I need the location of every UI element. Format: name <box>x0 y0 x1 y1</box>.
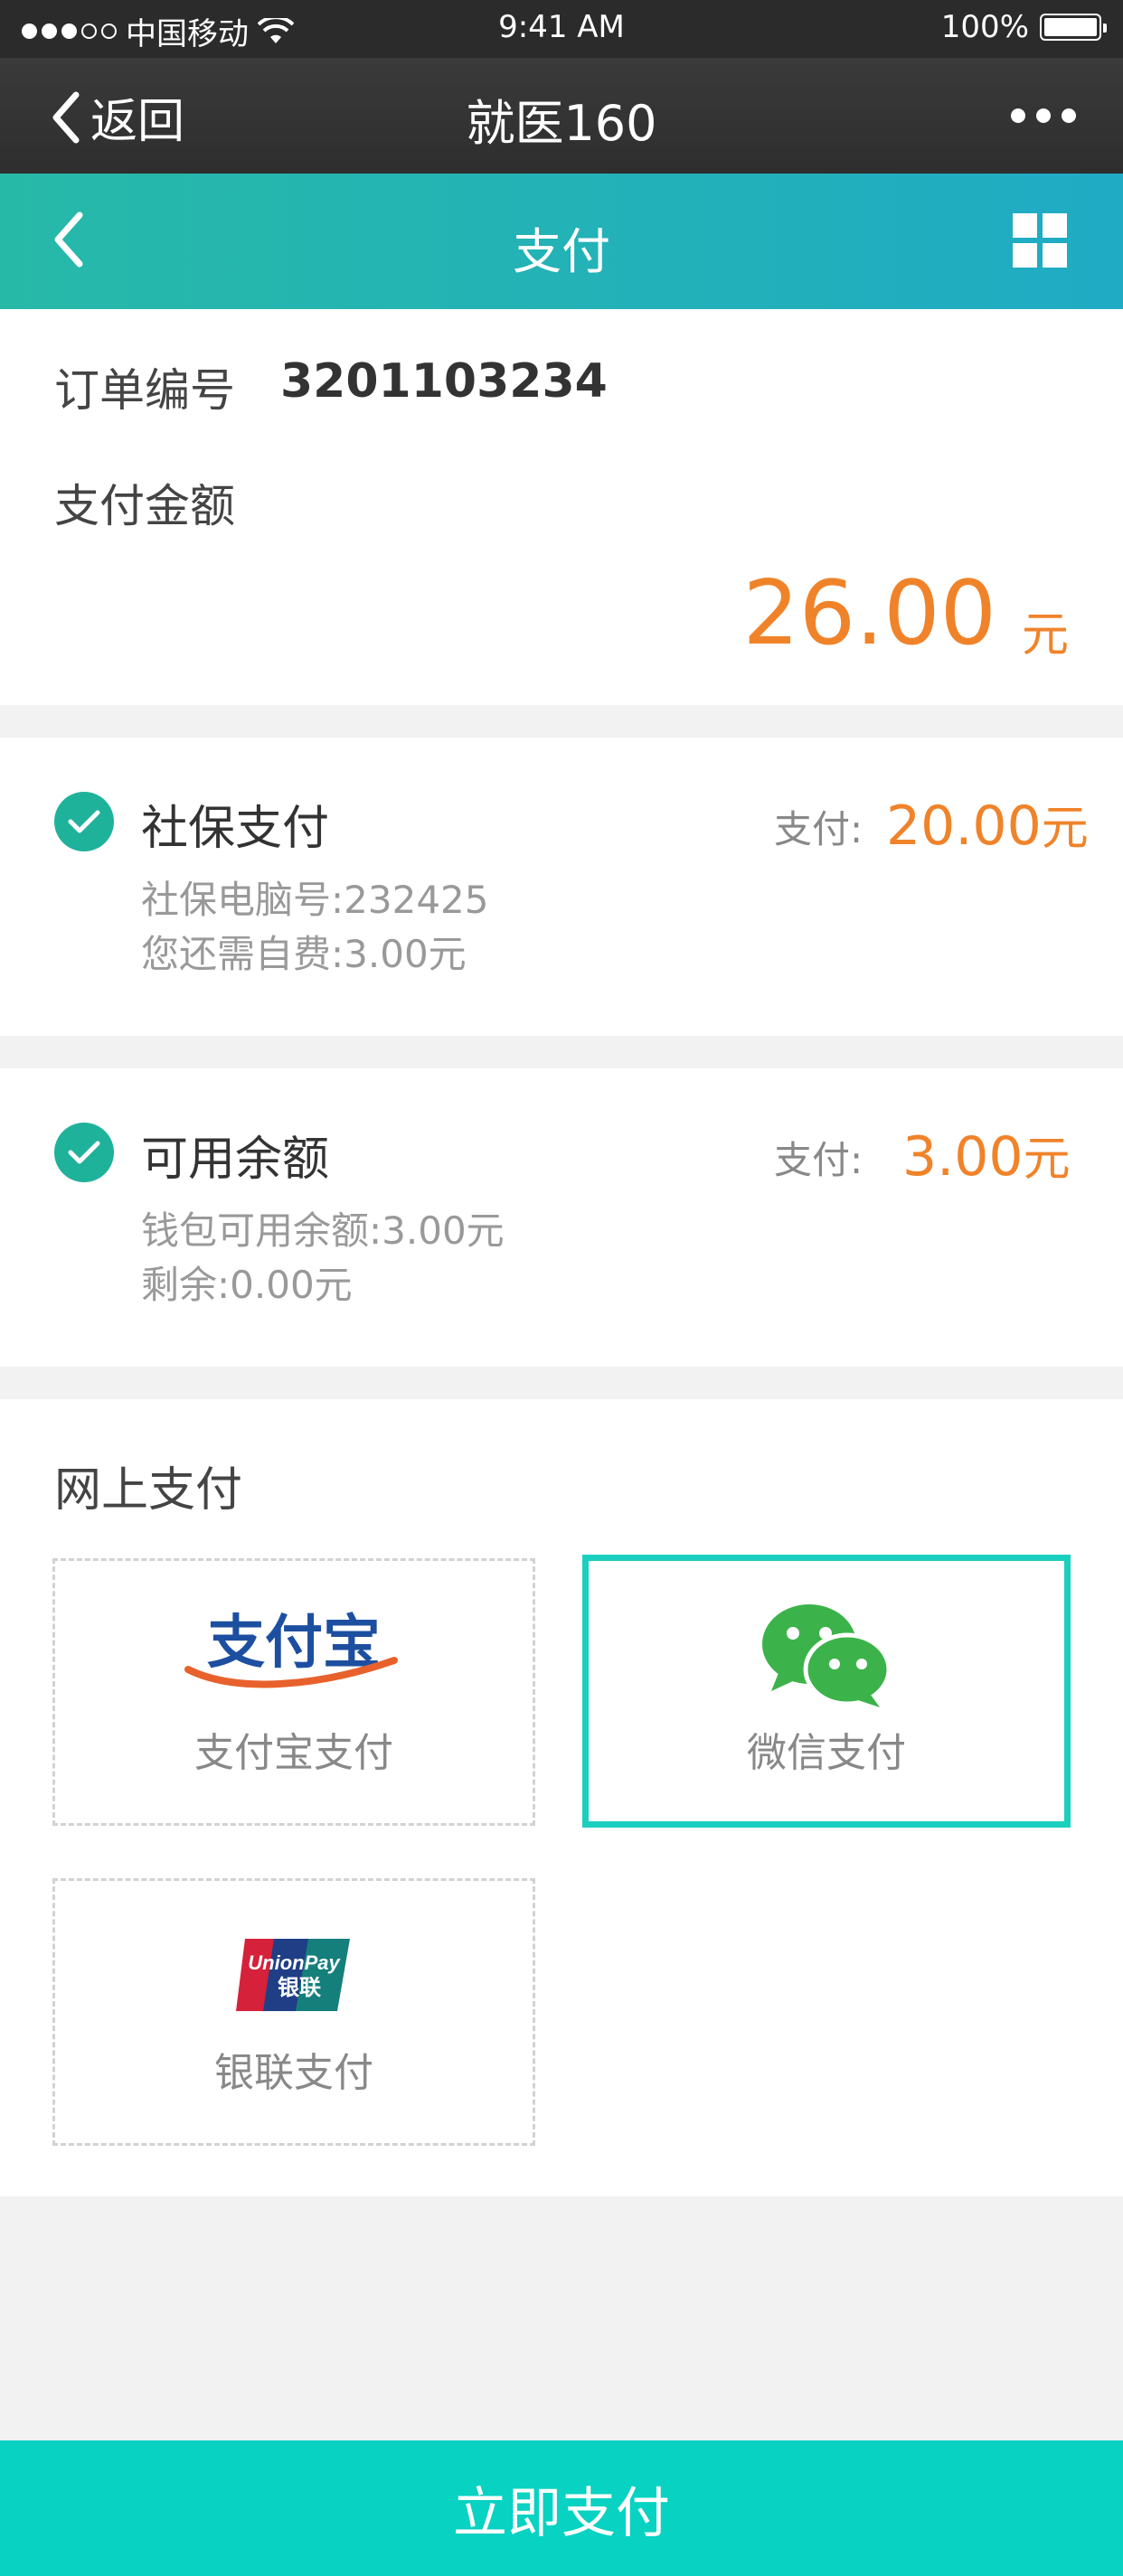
social-pay-label: 支付: <box>774 807 863 851</box>
unionpay-logo-cn-text: 银联 <box>278 1975 321 2000</box>
unionpay-logo-icon: UnionPay 银联 <box>55 1935 533 2015</box>
remaining-balance: 剩余:0.00元 <box>141 1263 353 1307</box>
social-pay-value: 20.00 <box>886 794 1042 858</box>
online-payment-title: 网上支付 <box>54 1463 243 1518</box>
unionpay-logo-text: UnionPay <box>248 1951 341 1974</box>
wechat-pay-label: 微信支付 <box>747 1730 906 1776</box>
social-insurance-title: 社保支付 <box>141 802 330 856</box>
pay-now-button[interactable]: 立即支付 <box>0 2440 1123 2576</box>
order-number-value: 3201103234 <box>280 354 608 409</box>
alipay-label: 支付宝支付 <box>194 1730 393 1776</box>
check-icon[interactable] <box>54 792 114 851</box>
alipay-option[interactable]: 支付宝 支付宝支付 <box>52 1558 535 1826</box>
more-dot-icon <box>1011 108 1025 123</box>
social-pay-unit: 元 <box>1041 802 1089 856</box>
more-options-button[interactable] <box>1011 108 1076 123</box>
balance-pay-amount: 3.00元 <box>902 1121 1071 1189</box>
wallet-balance: 钱包可用余额:3.00元 <box>141 1208 505 1253</box>
status-bar: 中国移动 9:41 AM 100% <box>0 0 1123 58</box>
app-header: 支付 <box>0 174 1123 309</box>
balance-title: 可用余额 <box>141 1133 330 1187</box>
check-icon[interactable] <box>54 1123 114 1182</box>
unionpay-label: 银联支付 <box>214 2050 373 2096</box>
balance-pay-label: 支付: <box>774 1138 863 1182</box>
online-payment-card: 网上支付 支付宝 支付宝支付 微信支付 UnionPay 银联 银联支付 <box>0 1399 1123 2196</box>
more-dot-icon <box>1036 108 1051 123</box>
wechat-pay-option[interactable]: 微信支付 <box>582 1555 1071 1828</box>
amount-unit: 元 <box>1021 608 1069 663</box>
status-right: 100% <box>940 9 1107 45</box>
battery-icon <box>1040 14 1107 41</box>
alipay-logo-icon: 支付宝 <box>55 1606 533 1693</box>
wechat-title: 就医160 <box>466 95 657 152</box>
social-pay-amount: 20.00元 <box>886 790 1089 858</box>
amount-label: 支付金额 <box>54 480 235 532</box>
battery-percent: 100% <box>940 9 1029 45</box>
order-card: 订单编号 3201103234 支付金额 26.00 元 <box>0 309 1123 705</box>
social-insurance-number: 社保电脑号:232425 <box>141 878 489 922</box>
amount-value: 26.00 <box>742 562 996 665</box>
self-pay-amount: 您还需自费:3.00元 <box>141 932 467 976</box>
more-dot-icon <box>1062 108 1076 123</box>
wechat-logo-icon <box>589 1601 1064 1709</box>
grid-menu-icon[interactable] <box>1013 213 1067 268</box>
wechat-header: 返回 就医160 <box>0 58 1123 174</box>
page-title: 支付 <box>513 223 610 280</box>
balance-card[interactable]: 可用余额 支付: 3.00元 钱包可用余额:3.00元 剩余:0.00元 <box>0 1068 1123 1367</box>
alipay-logo-text: 支付宝 <box>207 1610 381 1675</box>
unionpay-option[interactable]: UnionPay 银联 银联支付 <box>52 1878 535 2146</box>
order-number-label: 订单编号 <box>54 364 235 417</box>
balance-pay-value: 3.00 <box>902 1125 1024 1189</box>
balance-pay-unit: 元 <box>1023 1133 1071 1187</box>
social-insurance-card[interactable]: 社保支付 支付: 20.00元 社保电脑号:232425 您还需自费:3.00元 <box>0 738 1123 1036</box>
